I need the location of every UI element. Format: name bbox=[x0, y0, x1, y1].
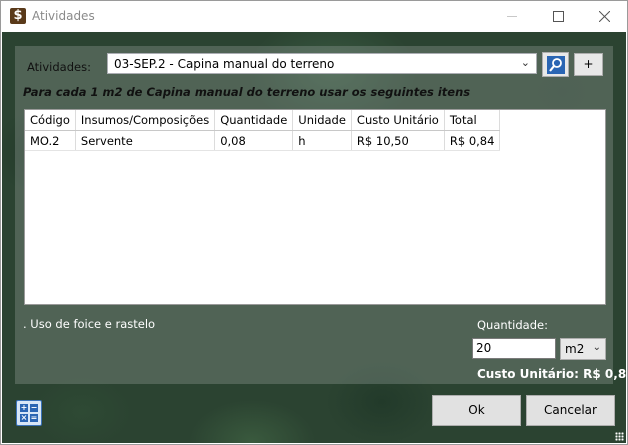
chevron-down-icon: ⌄ bbox=[592, 342, 601, 353]
window-title: Atividades bbox=[32, 9, 95, 23]
table-cell: MO.2 bbox=[25, 130, 76, 151]
dialog-content: Atividades: 03-SEP.2 - Capina manual do … bbox=[2, 32, 626, 443]
column-header[interactable]: Insumos/Composições bbox=[75, 110, 216, 131]
atividades-selected: 03-SEP.2 - Capina manual do terreno bbox=[114, 57, 335, 71]
instruction-text: Para cada 1 m2 de Capina manual do terre… bbox=[23, 85, 471, 99]
table-header-row: Código Insumos/Composições Quantidade Un… bbox=[25, 110, 501, 131]
custo-unitario-text: Custo Unitário: R$ 0,84 bbox=[477, 367, 626, 381]
times-icon: × bbox=[20, 413, 28, 422]
table-cell: Servente bbox=[75, 130, 216, 151]
column-header[interactable]: Custo Unitário bbox=[351, 110, 445, 131]
add-button[interactable]: + bbox=[574, 53, 603, 76]
chevron-down-icon: ⌄ bbox=[520, 56, 530, 69]
cancel-button[interactable]: Cancelar bbox=[526, 395, 615, 426]
close-button[interactable] bbox=[581, 1, 627, 32]
atividades-label: Atividades: bbox=[27, 60, 91, 74]
plus-icon: + bbox=[20, 403, 28, 412]
equals-icon: = bbox=[30, 413, 38, 422]
minimize-button[interactable] bbox=[489, 1, 535, 32]
table-cell: R$ 10,50 bbox=[351, 130, 445, 151]
column-header[interactable]: Total bbox=[444, 110, 501, 131]
close-icon bbox=[598, 11, 610, 22]
column-header[interactable]: Código bbox=[25, 110, 76, 131]
unidade-selected: m2 bbox=[565, 342, 585, 356]
minus-icon: − bbox=[30, 403, 38, 412]
column-header[interactable]: Unidade bbox=[292, 110, 352, 131]
calculator-button[interactable]: + − × = bbox=[16, 400, 42, 426]
atividades-window: $ Atividades Atividades: 03-SEP.2 - Capi… bbox=[0, 0, 628, 445]
atividades-combo[interactable]: 03-SEP.2 - Capina manual do terreno ⌄ bbox=[107, 53, 537, 74]
search-button[interactable] bbox=[542, 52, 569, 77]
search-icon bbox=[546, 55, 565, 74]
quantidade-input[interactable]: 20 bbox=[472, 338, 556, 359]
table-cell: h bbox=[292, 130, 352, 151]
resize-grip[interactable] bbox=[615, 432, 624, 441]
table-row[interactable]: MO.2 Servente 0,08 h R$ 10,50 R$ 0,84 bbox=[25, 130, 501, 151]
ok-button[interactable]: Ok bbox=[432, 395, 521, 426]
unidade-select[interactable]: m2 ⌄ bbox=[560, 338, 606, 360]
form-panel: Atividades: 03-SEP.2 - Capina manual do … bbox=[15, 46, 626, 384]
dollar-icon: $ bbox=[10, 8, 26, 24]
table-cell: R$ 0,84 bbox=[444, 130, 501, 151]
items-table[interactable]: Código Insumos/Composições Quantidade Un… bbox=[24, 109, 606, 305]
table-cell: 0,08 bbox=[214, 130, 294, 151]
observation-text: . Uso de foice e rastelo bbox=[23, 317, 156, 331]
column-header[interactable]: Quantidade bbox=[214, 110, 294, 131]
quantidade-label: Quantidade: bbox=[477, 318, 548, 332]
maximize-button[interactable] bbox=[535, 1, 581, 32]
title-bar: $ Atividades bbox=[1, 1, 627, 32]
